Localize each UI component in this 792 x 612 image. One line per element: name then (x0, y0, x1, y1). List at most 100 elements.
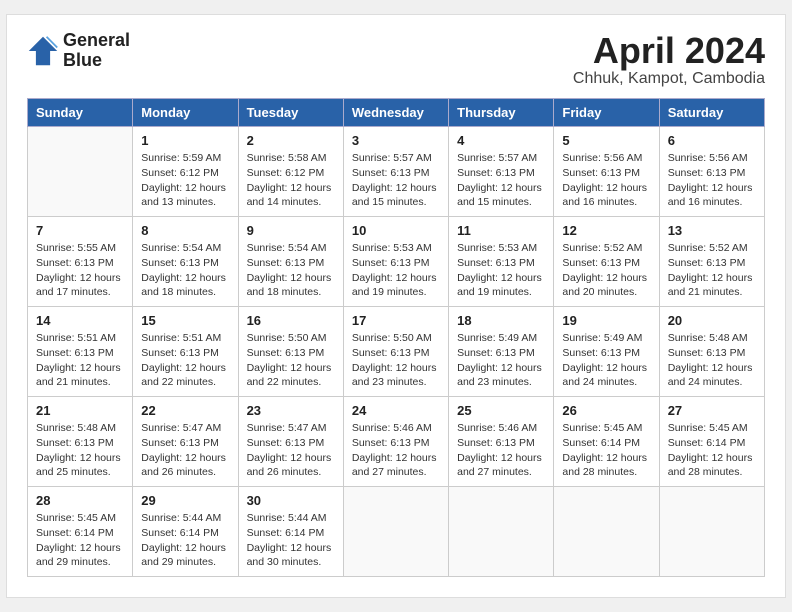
table-row: 20 Sunrise: 5:48 AMSunset: 6:13 PMDayligh… (659, 307, 764, 397)
week-row-0: 1Sunrise: 5:59 AMSunset: 6:12 PMDaylight… (28, 127, 765, 217)
day-number: 24 (352, 403, 440, 418)
weekday-header-tuesday: Tuesday (238, 99, 343, 127)
day-info: Sunrise: 5:48 AMSunset: 6:13 PMDaylight:… (36, 421, 124, 480)
day-info: Sunrise: 5:50 AMSunset: 6:13 PMDaylight:… (247, 331, 335, 390)
table-row: 4 Sunrise: 5:57 AMSunset: 6:13 PMDaylight… (449, 127, 554, 217)
table-row: 1Sunrise: 5:59 AMSunset: 6:12 PMDaylight… (133, 127, 238, 217)
day-number: 21 (36, 403, 124, 418)
day-number: 18 (457, 313, 545, 328)
day-info: Sunrise: 5:47 AMSunset: 6:13 PMDaylight:… (141, 421, 229, 480)
day-number: 6 (668, 133, 756, 148)
day-info: Sunrise: 5:45 AMSunset: 6:14 PMDaylight:… (562, 421, 650, 480)
day-number: 5 (562, 133, 650, 148)
weekday-header-monday: Monday (133, 99, 238, 127)
table-row: 7Sunrise: 5:55 AMSunset: 6:13 PMDaylight… (28, 217, 133, 307)
day-number: 3 (352, 133, 440, 148)
table-row: 2 Sunrise: 5:58 AMSunset: 6:12 PMDaylight… (238, 127, 343, 217)
table-row: 3 Sunrise: 5:57 AMSunset: 6:13 PMDaylight… (343, 127, 448, 217)
day-info: Sunrise: 5:53 AMSunset: 6:13 PMDaylight:… (352, 241, 440, 300)
table-row (554, 487, 659, 577)
day-number: 17 (352, 313, 440, 328)
table-row: 12Sunrise: 5:52 AMSunset: 6:13 PMDayligh… (554, 217, 659, 307)
day-info: Sunrise: 5:58 AMSunset: 6:12 PMDaylight:… (247, 151, 335, 210)
day-number: 13 (668, 223, 756, 238)
day-number: 22 (141, 403, 229, 418)
weekday-header-thursday: Thursday (449, 99, 554, 127)
day-info: Sunrise: 5:51 AMSunset: 6:13 PMDaylight:… (36, 331, 124, 390)
day-info: Sunrise: 5:52 AMSunset: 6:13 PMDaylight:… (562, 241, 650, 300)
week-row-1: 7Sunrise: 5:55 AMSunset: 6:13 PMDaylight… (28, 217, 765, 307)
day-number: 15 (141, 313, 229, 328)
day-info: Sunrise: 5:59 AMSunset: 6:12 PMDaylight:… (141, 151, 229, 210)
table-row: 6 Sunrise: 5:56 AMSunset: 6:13 PMDaylight… (659, 127, 764, 217)
table-row: 24 Sunrise: 5:46 AMSunset: 6:13 PMDayligh… (343, 397, 448, 487)
table-row: 21 Sunrise: 5:48 AMSunset: 6:13 PMDayligh… (28, 397, 133, 487)
table-row: 19 Sunrise: 5:49 AMSunset: 6:13 PMDayligh… (554, 307, 659, 397)
day-info: Sunrise: 5:56 AMSunset: 6:13 PMDaylight:… (562, 151, 650, 210)
subtitle: Chhuk, Kampot, Cambodia (573, 70, 765, 88)
table-row: 18 Sunrise: 5:49 AMSunset: 6:13 PMDayligh… (449, 307, 554, 397)
day-info: Sunrise: 5:57 AMSunset: 6:13 PMDaylight:… (457, 151, 545, 210)
day-number: 28 (36, 493, 124, 508)
day-info: Sunrise: 5:44 AMSunset: 6:14 PMDaylight:… (247, 511, 335, 570)
day-info: Sunrise: 5:48 AMSunset: 6:13 PMDaylight:… (668, 331, 756, 390)
day-number: 4 (457, 133, 545, 148)
table-row: 28 Sunrise: 5:45 AMSunset: 6:14 PMDayligh… (28, 487, 133, 577)
table-row: 16 Sunrise: 5:50 AMSunset: 6:13 PMDayligh… (238, 307, 343, 397)
day-info: Sunrise: 5:45 AMSunset: 6:14 PMDaylight:… (36, 511, 124, 570)
week-row-4: 28 Sunrise: 5:45 AMSunset: 6:14 PMDayligh… (28, 487, 765, 577)
table-row: 25 Sunrise: 5:46 AMSunset: 6:13 PMDayligh… (449, 397, 554, 487)
day-info: Sunrise: 5:49 AMSunset: 6:13 PMDaylight:… (457, 331, 545, 390)
day-info: Sunrise: 5:54 AMSunset: 6:13 PMDaylight:… (141, 241, 229, 300)
logo-line2: Blue (63, 51, 130, 71)
day-number: 11 (457, 223, 545, 238)
day-info: Sunrise: 5:56 AMSunset: 6:13 PMDaylight:… (668, 151, 756, 210)
day-info: Sunrise: 5:50 AMSunset: 6:13 PMDaylight:… (352, 331, 440, 390)
day-number: 19 (562, 313, 650, 328)
table-row: 14 Sunrise: 5:51 AMSunset: 6:13 PMDayligh… (28, 307, 133, 397)
title-section: April 2024 Chhuk, Kampot, Cambodia (573, 31, 765, 89)
table-row: 8Sunrise: 5:54 AMSunset: 6:13 PMDaylight… (133, 217, 238, 307)
logo-line1: General (63, 31, 130, 51)
day-number: 26 (562, 403, 650, 418)
day-info: Sunrise: 5:51 AMSunset: 6:13 PMDaylight:… (141, 331, 229, 390)
day-number: 2 (247, 133, 335, 148)
table-row: 11 Sunrise: 5:53 AMSunset: 6:13 PMDayligh… (449, 217, 554, 307)
logo-icon (27, 35, 59, 67)
header-section: General Blue April 2024 Chhuk, Kampot, C… (27, 31, 765, 89)
calendar-container: General Blue April 2024 Chhuk, Kampot, C… (6, 14, 786, 599)
day-number: 9 (247, 223, 335, 238)
day-number: 20 (668, 313, 756, 328)
weekday-header-wednesday: Wednesday (343, 99, 448, 127)
day-info: Sunrise: 5:49 AMSunset: 6:13 PMDaylight:… (562, 331, 650, 390)
day-number: 14 (36, 313, 124, 328)
calendar-table: SundayMondayTuesdayWednesdayThursdayFrid… (27, 98, 765, 577)
table-row: 30 Sunrise: 5:44 AMSunset: 6:14 PMDayligh… (238, 487, 343, 577)
day-info: Sunrise: 5:45 AMSunset: 6:14 PMDaylight:… (668, 421, 756, 480)
day-number: 25 (457, 403, 545, 418)
day-number: 10 (352, 223, 440, 238)
logo: General Blue (27, 31, 130, 71)
day-info: Sunrise: 5:53 AMSunset: 6:13 PMDaylight:… (457, 241, 545, 300)
logo-text: General Blue (63, 31, 130, 71)
day-number: 23 (247, 403, 335, 418)
table-row: 10 Sunrise: 5:53 AMSunset: 6:13 PMDayligh… (343, 217, 448, 307)
weekday-header-row: SundayMondayTuesdayWednesdayThursdayFrid… (28, 99, 765, 127)
day-number: 30 (247, 493, 335, 508)
table-row: 13Sunrise: 5:52 AMSunset: 6:13 PMDayligh… (659, 217, 764, 307)
table-row: 22 Sunrise: 5:47 AMSunset: 6:13 PMDayligh… (133, 397, 238, 487)
day-number: 16 (247, 313, 335, 328)
day-info: Sunrise: 5:46 AMSunset: 6:13 PMDaylight:… (457, 421, 545, 480)
day-info: Sunrise: 5:57 AMSunset: 6:13 PMDaylight:… (352, 151, 440, 210)
table-row: 27Sunrise: 5:45 AMSunset: 6:14 PMDayligh… (659, 397, 764, 487)
table-row: 26 Sunrise: 5:45 AMSunset: 6:14 PMDayligh… (554, 397, 659, 487)
day-info: Sunrise: 5:44 AMSunset: 6:14 PMDaylight:… (141, 511, 229, 570)
day-info: Sunrise: 5:46 AMSunset: 6:13 PMDaylight:… (352, 421, 440, 480)
day-number: 29 (141, 493, 229, 508)
week-row-2: 14 Sunrise: 5:51 AMSunset: 6:13 PMDayligh… (28, 307, 765, 397)
table-row: 5 Sunrise: 5:56 AMSunset: 6:13 PMDaylight… (554, 127, 659, 217)
main-title: April 2024 (573, 31, 765, 71)
week-row-3: 21 Sunrise: 5:48 AMSunset: 6:13 PMDayligh… (28, 397, 765, 487)
weekday-header-friday: Friday (554, 99, 659, 127)
table-row (659, 487, 764, 577)
